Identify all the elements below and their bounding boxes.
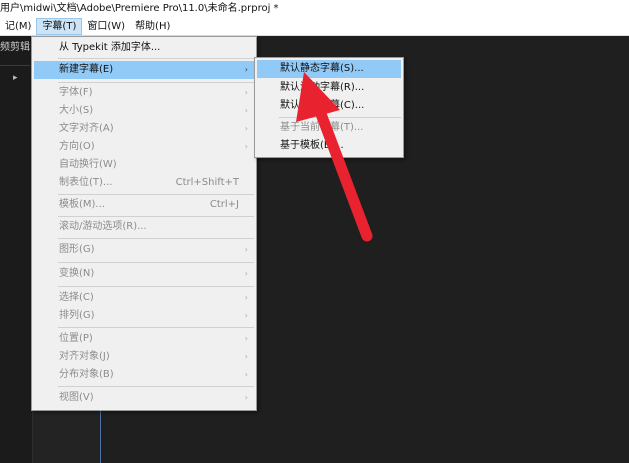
menu-item-add-typekit-fonts[interactable]: 从 Typekit 添加字体... — [32, 39, 256, 57]
menu-item-size[interactable]: 大小(S) › — [32, 102, 256, 120]
menu-item-orientation[interactable]: 方向(O) › — [32, 138, 256, 156]
menu-item-text-align[interactable]: 文字对齐(A) › — [32, 120, 256, 138]
submenu-arrow-icon: › — [244, 245, 248, 254]
menu-item-templates[interactable]: 模板(M)... Ctrl+J — [32, 196, 256, 214]
submenu-arrow-icon: › — [244, 106, 248, 115]
window-title: 用户\midwi\文档\Adobe\Premiere Pro\11.0\未命名.… — [0, 3, 279, 14]
menu-edit[interactable]: 记(M) — [0, 18, 36, 35]
submenu-item-default-roll[interactable]: 默认滚动字幕(R)... — [255, 79, 403, 97]
menu-separator — [279, 117, 401, 118]
menu-separator — [58, 82, 254, 83]
menu-item-word-wrap[interactable]: 自动换行(W) — [32, 156, 256, 174]
menu-separator — [58, 238, 254, 239]
submenu-item-based-on-template[interactable]: 基于模板(E)... — [255, 137, 403, 155]
menu-item-new-title[interactable]: 新建字幕(E) › — [34, 61, 254, 79]
menu-separator — [58, 327, 254, 328]
menu-window[interactable]: 窗口(W) — [82, 18, 130, 35]
menu-separator — [58, 386, 254, 387]
submenu-arrow-icon: › — [244, 352, 248, 361]
menu-item-position[interactable]: 位置(P) › — [32, 330, 256, 348]
menu-separator — [58, 262, 254, 263]
submenu-arrow-icon: › — [244, 88, 248, 97]
left-panel: 频剪辑 ▸ — [0, 36, 33, 463]
menu-help[interactable]: 帮助(H) — [130, 18, 175, 35]
menu-item-select[interactable]: 选择(C) › — [32, 289, 256, 307]
menu-title[interactable]: 字幕(T) — [36, 18, 83, 35]
menu-item-transform[interactable]: 变换(N) › — [32, 265, 256, 283]
submenu-arrow-icon: › — [244, 293, 248, 302]
window-title-bar: 用户\midwi\文档\Adobe\Premiere Pro\11.0\未命名.… — [0, 0, 629, 18]
menu-item-tab-stops[interactable]: 制表位(T)... Ctrl+Shift+T — [32, 174, 256, 192]
menu-item-roll-crawl-options[interactable]: 滚动/游动选项(R)... — [32, 218, 256, 236]
submenu-arrow-icon: › — [244, 124, 248, 133]
submenu-arrow-icon: › — [244, 142, 248, 151]
submenu-item-default-still[interactable]: 默认静态字幕(S)... — [257, 60, 401, 78]
new-title-submenu: 默认静态字幕(S)... 默认滚动字幕(R)... 默认游动字幕(C)... 基… — [254, 57, 404, 158]
expand-arrow-icon[interactable]: ▸ — [13, 73, 18, 83]
title-menu-dropdown: 从 Typekit 添加字体... 新建字幕(E) › 字体(F) › 大小(S… — [31, 36, 257, 411]
menu-separator — [58, 286, 254, 287]
submenu-arrow-icon: › — [244, 370, 248, 379]
menu-item-distribute-objects[interactable]: 分布对象(B) › — [32, 366, 256, 384]
menu-item-graphic[interactable]: 图形(G) › — [32, 241, 256, 259]
menu-item-font[interactable]: 字体(F) › — [32, 84, 256, 102]
menu-bar: 记(M) 字幕(T) 窗口(W) 帮助(H) — [0, 18, 629, 36]
panel-tab-video-clip[interactable]: 频剪辑 — [0, 38, 30, 53]
panel-divider — [0, 65, 30, 66]
menu-item-align-objects[interactable]: 对齐对象(J) › — [32, 348, 256, 366]
submenu-arrow-icon: › — [244, 65, 248, 74]
submenu-item-default-crawl[interactable]: 默认游动字幕(C)... — [255, 97, 403, 115]
menu-separator — [58, 58, 254, 59]
submenu-item-based-on-current[interactable]: 基于当前字幕(T)... — [255, 119, 403, 137]
submenu-arrow-icon: › — [244, 393, 248, 402]
submenu-arrow-icon: › — [244, 334, 248, 343]
menu-item-view[interactable]: 视图(V) › — [32, 389, 256, 407]
menu-item-arrange[interactable]: 排列(G) › — [32, 307, 256, 325]
submenu-arrow-icon: › — [244, 311, 248, 320]
submenu-arrow-icon: › — [244, 269, 248, 278]
menu-separator — [58, 216, 254, 217]
menu-separator — [58, 194, 254, 195]
